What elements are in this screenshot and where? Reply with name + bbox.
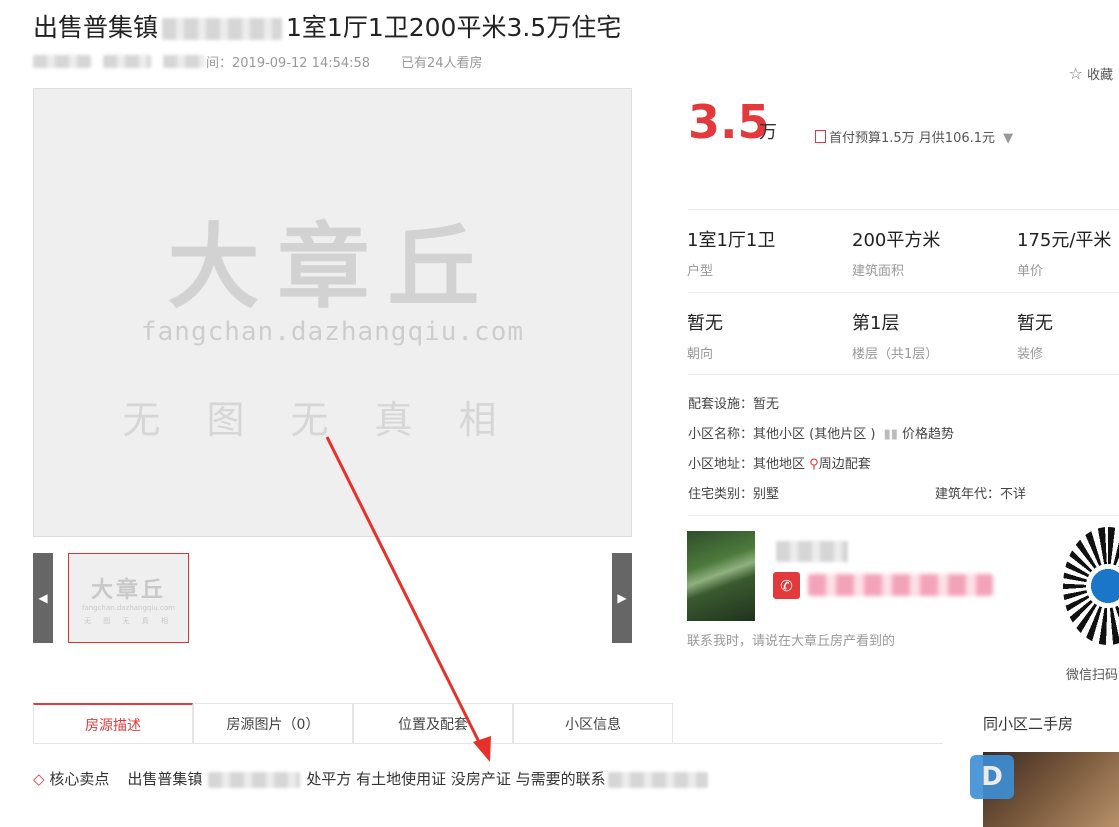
annotation-arrow — [325, 436, 491, 762]
